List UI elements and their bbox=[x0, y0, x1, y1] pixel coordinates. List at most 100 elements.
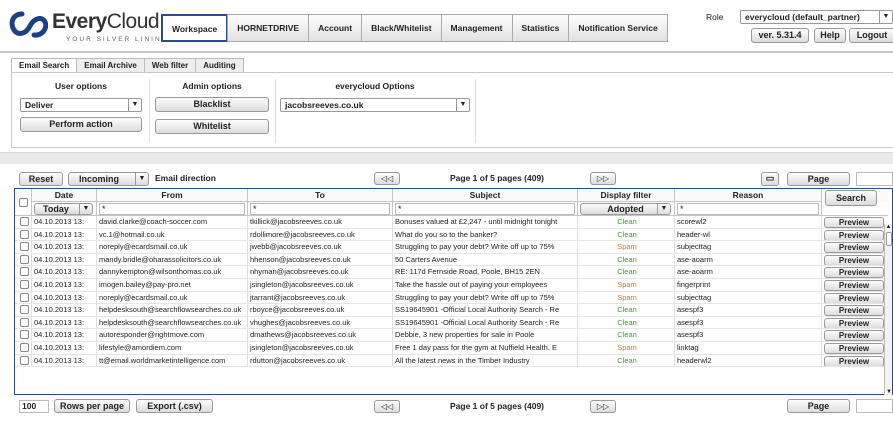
scroll-up-icon[interactable]: ▲ bbox=[885, 224, 892, 230]
tab-auditing[interactable]: Auditing bbox=[195, 58, 244, 72]
col-date[interactable]: Date bbox=[32, 189, 97, 202]
row-checkbox[interactable] bbox=[19, 279, 29, 289]
next-page-icon[interactable]: ▷▷ bbox=[590, 400, 616, 413]
row-checkbox[interactable] bbox=[19, 305, 29, 315]
export-csv-button[interactable]: Export (.csv) bbox=[136, 399, 213, 413]
table-row[interactable]: 04.10.2013 13: helpdesksouth@searchflowse… bbox=[15, 304, 892, 317]
page-number-input[interactable] bbox=[856, 172, 893, 186]
chevron-down-icon: ▼ bbox=[657, 204, 670, 214]
direction-select[interactable]: Incoming ▼ bbox=[68, 172, 149, 186]
to-filter-input[interactable]: * bbox=[250, 203, 390, 215]
reset-button[interactable]: Reset bbox=[19, 172, 63, 186]
nav-tab-account[interactable]: Account bbox=[308, 14, 363, 42]
col-from[interactable]: From bbox=[97, 189, 248, 202]
logout-button[interactable]: Logout bbox=[849, 28, 893, 43]
whitelist-button[interactable]: Whitelist bbox=[155, 119, 269, 134]
table-row[interactable]: 04.10.2013 13: lifestyle@amordiem.com jsin… bbox=[15, 341, 892, 355]
tab-email-archive[interactable]: Email Archive bbox=[76, 58, 145, 72]
row-checkbox[interactable] bbox=[19, 330, 29, 340]
select-all-checkbox[interactable] bbox=[18, 198, 28, 207]
table-row[interactable]: 04.10.2013 13: tt@email.worldmarketintell… bbox=[15, 354, 892, 368]
display-filter-select[interactable]: Adopted ▼ bbox=[580, 203, 671, 215]
preview-button[interactable]: Preview bbox=[824, 217, 884, 228]
cell-to: jwebb@jacobsreeves.co.uk bbox=[248, 241, 393, 253]
everycloud-logo-icon bbox=[9, 11, 48, 38]
nav-tab-blackwhitelist[interactable]: Black/Whitelist bbox=[361, 14, 442, 42]
previous-page-icon[interactable]: ◁◁ bbox=[374, 172, 400, 185]
preview-button[interactable]: Preview bbox=[824, 229, 884, 241]
grid-scrollbar[interactable]: ▲ ▼ bbox=[884, 224, 892, 395]
rows-per-page-input[interactable]: 100 bbox=[19, 400, 49, 413]
cell-date: 04.10.2013 13: bbox=[32, 278, 97, 291]
cell-to: dmathews@jacobsreeves.co.uk bbox=[248, 329, 393, 341]
row-checkbox[interactable] bbox=[19, 355, 29, 365]
page-button[interactable]: Page bbox=[787, 399, 850, 413]
nav-tab-statistics[interactable]: Statistics bbox=[511, 14, 570, 42]
col-display-filter[interactable]: Display filter bbox=[578, 189, 675, 202]
table-row[interactable]: 04.10.2013 13: autoresponder@rightmove.co… bbox=[15, 329, 892, 342]
from-filter-input[interactable]: * bbox=[99, 203, 245, 215]
preview-button[interactable]: Preview bbox=[824, 330, 884, 341]
table-row[interactable]: 04.10.2013 13: imogen.bailey@pay-pro.net j… bbox=[15, 278, 892, 292]
version-button[interactable]: ver. 5.31.4 bbox=[751, 28, 809, 43]
search-button[interactable]: Search bbox=[825, 190, 877, 206]
table-row[interactable]: 04.10.2013 13: helpdesksouth@searchflowse… bbox=[15, 316, 892, 330]
row-select-cell bbox=[15, 291, 32, 304]
preview-button[interactable]: Preview bbox=[824, 254, 884, 266]
date-filter-select[interactable]: Today ▼ bbox=[34, 203, 93, 215]
table-row[interactable]: 04.10.2013 13: noreply@ecardsmail.co.uk jt… bbox=[15, 291, 892, 305]
table-row[interactable]: 04.10.2013 13: vc.1@hotmail.co.uk rdollimo… bbox=[15, 228, 892, 242]
subject-filter-input[interactable]: * bbox=[395, 203, 575, 215]
domain-select[interactable]: jacobsreeves.co.uk ▼ bbox=[280, 98, 470, 112]
scroll-thumb[interactable] bbox=[885, 232, 892, 246]
cell-reason: subjecttag bbox=[675, 241, 822, 253]
blacklist-button[interactable]: Blacklist bbox=[155, 97, 269, 112]
table-row[interactable]: 04.10.2013 13: mandy.bridle@oharassolicit… bbox=[15, 253, 892, 267]
preview-button[interactable]: Preview bbox=[824, 317, 884, 329]
role-select[interactable]: everycloud (default_partner) ▼ bbox=[740, 10, 893, 24]
nav-tab-notification-service[interactable]: Notification Service bbox=[568, 14, 668, 42]
panel-divider bbox=[475, 79, 476, 143]
preview-button[interactable]: Preview bbox=[824, 279, 884, 291]
next-page-icon[interactable]: ▷▷ bbox=[590, 172, 616, 185]
tab-email-search[interactable]: Email Search bbox=[11, 58, 78, 73]
preview-button[interactable]: Preview bbox=[824, 342, 884, 354]
perform-action-button[interactable]: Perform action bbox=[20, 117, 142, 132]
cell-subject: All the latest news in the Timber Indust… bbox=[393, 354, 578, 367]
col-reason[interactable]: Reason bbox=[675, 189, 822, 202]
nav-tab-management[interactable]: Management bbox=[440, 14, 513, 42]
user-action-select[interactable]: Deliver ▼ bbox=[20, 98, 142, 112]
preview-button[interactable]: Preview bbox=[824, 292, 884, 304]
row-checkbox[interactable] bbox=[19, 292, 29, 302]
rows-per-page-button[interactable]: Rows per page bbox=[54, 399, 130, 413]
col-subject[interactable]: Subject bbox=[393, 189, 578, 202]
row-checkbox[interactable] bbox=[19, 267, 29, 277]
reason-filter-input[interactable]: * bbox=[677, 203, 819, 215]
preview-button[interactable]: Preview bbox=[824, 305, 884, 316]
cell-date: 04.10.2013 13: bbox=[32, 354, 97, 367]
cell-to: vhughes@jacobsreeves.co.uk bbox=[248, 316, 393, 329]
row-checkbox[interactable] bbox=[19, 217, 29, 226]
tab-web-filter[interactable]: Web filter bbox=[143, 58, 197, 72]
scroll-down-icon[interactable]: ▼ bbox=[885, 389, 893, 395]
preview-button[interactable]: Preview bbox=[824, 242, 884, 253]
columns-icon[interactable]: ▭ bbox=[761, 172, 779, 186]
help-button[interactable]: Help bbox=[814, 28, 846, 43]
row-checkbox[interactable] bbox=[19, 317, 29, 327]
row-checkbox[interactable] bbox=[19, 254, 29, 264]
table-row[interactable]: 04.10.2013 13: david.clarke@coach-soccer.… bbox=[15, 216, 892, 229]
nav-tab-hornetdrive[interactable]: HORNETDRIVE bbox=[227, 14, 310, 42]
table-row[interactable]: 04.10.2013 13: dannykempton@wilsonthomas.… bbox=[15, 266, 892, 279]
row-checkbox[interactable] bbox=[19, 242, 29, 252]
page-button[interactable]: Page bbox=[787, 172, 850, 186]
table-row[interactable]: 04.10.2013 13: noreply@ecardsmail.co.uk jw… bbox=[15, 241, 892, 254]
nav-tab-workspace[interactable]: Workspace bbox=[161, 14, 229, 42]
admin-options-title: Admin options bbox=[182, 81, 242, 91]
col-to[interactable]: To bbox=[248, 189, 393, 202]
page-number-input[interactable] bbox=[856, 399, 893, 413]
previous-page-icon[interactable]: ◁◁ bbox=[374, 400, 400, 413]
preview-button[interactable]: Preview bbox=[824, 355, 884, 367]
row-checkbox[interactable] bbox=[19, 229, 29, 239]
row-checkbox[interactable] bbox=[19, 342, 29, 352]
preview-button[interactable]: Preview bbox=[824, 267, 884, 278]
